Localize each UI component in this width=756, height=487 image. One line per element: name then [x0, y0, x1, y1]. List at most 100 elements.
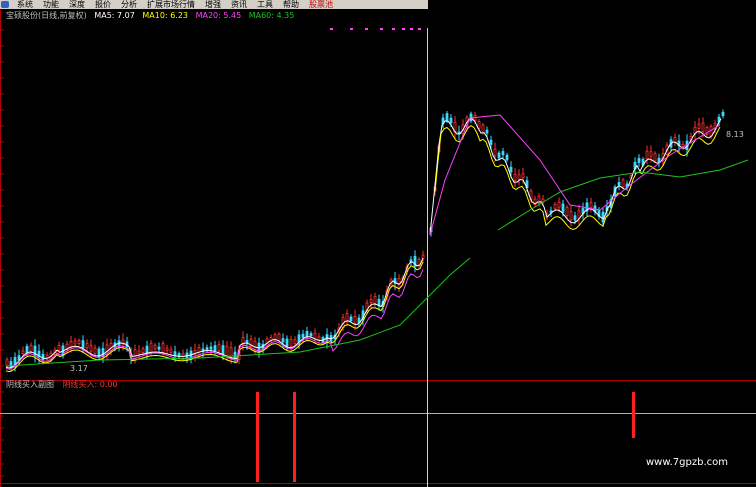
candle-body [709, 126, 713, 137]
ma10-line [434, 125, 721, 230]
candle-body [369, 299, 373, 304]
candle-body [213, 345, 217, 352]
top-marker [418, 28, 421, 30]
candle-body [601, 211, 605, 223]
candle-body [233, 351, 237, 359]
candle-body [21, 350, 25, 355]
candle-body [221, 345, 225, 356]
candle-body [561, 203, 565, 213]
candle-body [649, 151, 653, 157]
candle-body [197, 347, 201, 355]
candle-body [137, 350, 141, 355]
candle-body [69, 341, 73, 348]
candle-body [165, 347, 169, 352]
candle-body [501, 151, 505, 156]
candle-body [217, 344, 221, 352]
candle-body [697, 123, 701, 129]
candle-body [305, 331, 309, 338]
candle-body [509, 166, 513, 173]
sub-chart-legend: 阴线买入副图 阴线买入: 0.00 [6, 380, 124, 389]
candle-body [153, 344, 157, 350]
candle-body [225, 345, 229, 356]
candle-body [81, 340, 85, 349]
candle-body [293, 339, 297, 344]
candle-body [157, 346, 161, 350]
candle-body [521, 173, 525, 179]
candle-body [653, 152, 657, 162]
candle-body [493, 148, 497, 156]
candle-body [309, 333, 313, 337]
candle-body [617, 182, 621, 186]
candle-body [497, 152, 501, 159]
candle-body [489, 139, 493, 145]
candle-body [621, 179, 625, 188]
top-marker [380, 28, 383, 30]
candle-body [373, 295, 377, 304]
candle-body [673, 137, 677, 143]
candle-body [565, 207, 569, 217]
candle-body [57, 345, 61, 351]
candle-body [505, 154, 509, 161]
candle-body [133, 349, 137, 359]
signal-bar [256, 392, 259, 482]
candle-body [701, 122, 705, 133]
candle-body [277, 333, 281, 341]
signal-bar [632, 392, 635, 438]
signal-bar [293, 392, 296, 482]
candle-body [301, 333, 305, 339]
watermark: www.7gpzb.com [646, 457, 728, 468]
candle-body [169, 349, 173, 353]
signal-value: 阴线买入: 0.00 [62, 380, 118, 389]
candle-body [553, 203, 557, 210]
candle-body [353, 315, 357, 324]
candle-body [253, 340, 257, 350]
candle-body [273, 334, 277, 340]
sub-chart-title: 阴线买入副图 [6, 380, 54, 389]
top-marker [330, 28, 333, 30]
top-marker [410, 28, 413, 30]
candle-body [645, 150, 649, 160]
top-marker [350, 28, 353, 30]
candle-body [89, 345, 93, 352]
candle-body [9, 361, 13, 368]
candle-body [205, 347, 209, 351]
candle-body [421, 254, 425, 259]
candle-body [537, 195, 541, 205]
ma5-line [5, 258, 424, 369]
candle-body [313, 332, 317, 340]
top-marker [392, 28, 395, 30]
candle-body [721, 111, 725, 117]
candle-body [557, 201, 561, 209]
candle-body [573, 215, 577, 221]
candle-body [569, 211, 573, 221]
candle-body [281, 338, 285, 343]
kline-chart[interactable] [0, 0, 756, 487]
candle-body [637, 158, 641, 163]
candle-body [193, 349, 197, 356]
candle-body [285, 338, 289, 348]
candle-body [141, 348, 145, 354]
candle-body [517, 174, 521, 181]
candle-body [449, 117, 453, 124]
high-price-label: 8.13 [726, 130, 744, 139]
candle-body [85, 342, 89, 349]
candle-body [681, 144, 685, 147]
candle-body [73, 340, 77, 345]
candle-body [289, 339, 293, 347]
candle-body [513, 173, 517, 181]
candle-body [209, 346, 213, 350]
candle-body [485, 129, 489, 134]
candle-body [577, 210, 581, 219]
candle-body [41, 353, 45, 361]
candle-body [317, 336, 321, 341]
low-price-label: 3.17 [70, 364, 88, 373]
ma10-line [5, 261, 424, 373]
candle-body [349, 316, 353, 322]
candle-body [93, 347, 97, 354]
candle-body [161, 343, 165, 353]
candle-body [29, 344, 33, 352]
candle-body [5, 359, 9, 367]
candle-body [149, 342, 153, 353]
top-marker [365, 28, 368, 30]
top-marker [402, 28, 405, 30]
